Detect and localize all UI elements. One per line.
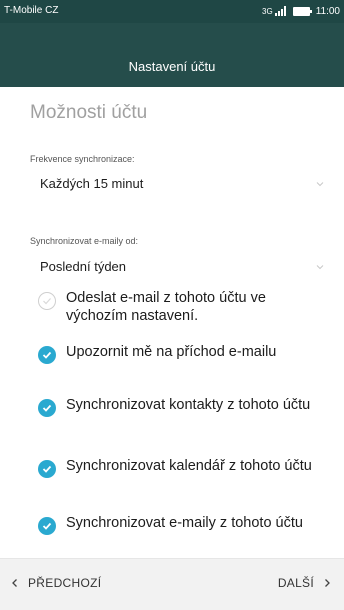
app-bar: Nastavení účtu: [0, 23, 344, 87]
signal-icon: [274, 6, 287, 16]
option-sync-calendar[interactable]: Synchronizovat kalendář z tohoto účtu: [38, 457, 334, 478]
clock: 11:00: [315, 5, 340, 17]
bottom-nav-bar: PŘEDCHOZÍ DALŠÍ: [0, 558, 344, 610]
checkbox-checked-icon[interactable]: [38, 399, 56, 417]
checkbox-checked-icon[interactable]: [38, 517, 56, 535]
sync-frequency-select[interactable]: Každých 15 minut: [30, 172, 326, 198]
chevron-right-icon: [325, 579, 330, 587]
checkbox-unchecked-icon[interactable]: [38, 292, 56, 310]
status-indicators: 3G 11:00: [262, 4, 340, 18]
page-title: Nastavení účtu: [128, 59, 216, 74]
network-type: 3G: [262, 6, 273, 16]
previous-button[interactable]: PŘEDCHOZÍ: [10, 576, 101, 590]
option-label: Synchronizovat kalendář z tohoto účtu: [66, 458, 312, 474]
checkbox-checked-icon[interactable]: [38, 346, 56, 364]
chevron-down-icon: [316, 182, 324, 187]
option-label: Synchronizovat kontakty z tohoto účtu: [66, 397, 311, 413]
chevron-down-icon: [316, 265, 324, 270]
sync-frequency-value: Každých 15 minut: [40, 176, 144, 191]
checkbox-checked-icon[interactable]: [38, 460, 56, 478]
next-button[interactable]: DALŠÍ: [278, 576, 332, 590]
option-notify-email[interactable]: Upozornit mě na příchod e-mailu: [38, 343, 334, 364]
option-default-account[interactable]: Odeslat e-mail z tohoto účtu ve výchozím…: [38, 289, 334, 325]
sync-emails-from-value: Poslední týden: [40, 259, 127, 274]
sync-emails-from-label: Synchronizovat e-maily od:: [30, 236, 139, 246]
option-sync-contacts[interactable]: Synchronizovat kontakty z tohoto účtu: [38, 396, 334, 417]
previous-button-label: PŘEDCHOZÍ: [28, 576, 102, 590]
option-label: Upozornit mě na příchod e-mailu: [66, 344, 277, 360]
option-sync-emails[interactable]: Synchronizovat e-maily z tohoto účtu: [38, 514, 334, 535]
option-label: Odeslat e-mail z tohoto účtu ve výchozím…: [66, 290, 266, 324]
next-button-label: DALŠÍ: [277, 576, 314, 590]
status-bar: T-Mobile CZ 3G 11:00: [0, 0, 344, 23]
option-label: Synchronizovat e-maily z tohoto účtu: [66, 515, 303, 531]
carrier-name: T-Mobile CZ: [4, 5, 59, 16]
battery-icon: [292, 6, 312, 16]
sync-frequency-label: Frekvence synchronizace:: [30, 154, 135, 164]
section-title: Možnosti účtu: [30, 102, 148, 123]
sync-emails-from-select[interactable]: Poslední týden: [30, 255, 326, 281]
chevron-left-icon: [12, 579, 17, 587]
